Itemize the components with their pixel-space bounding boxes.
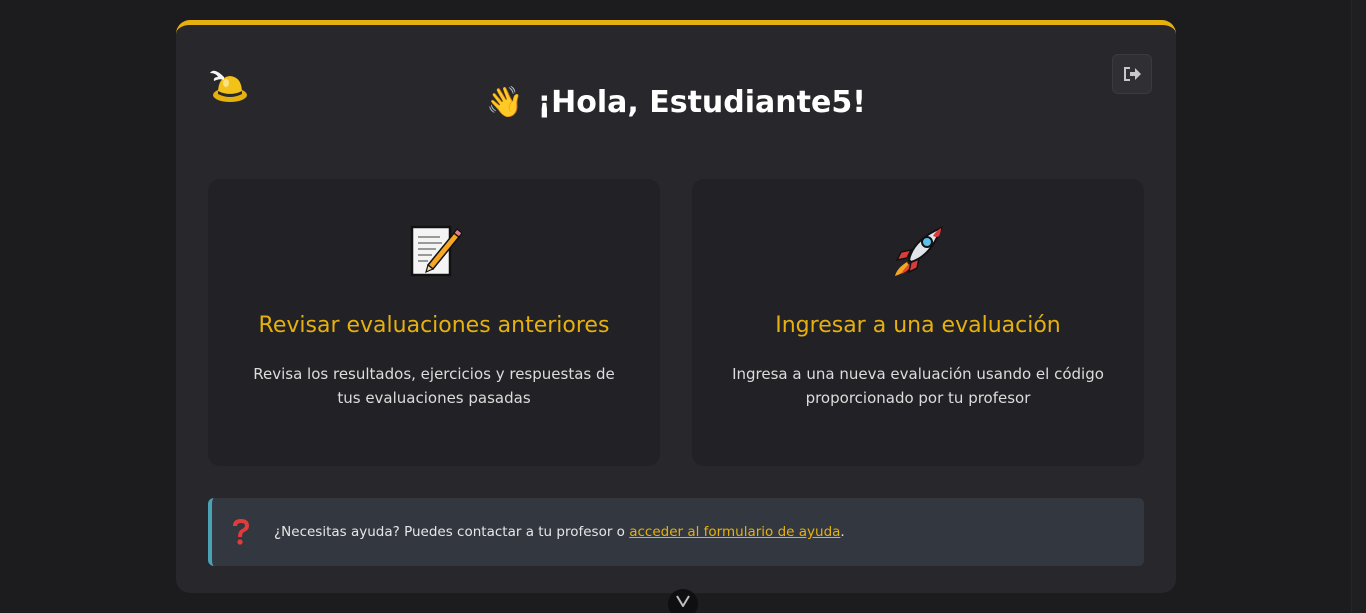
help-form-link[interactable]: acceder al formulario de ayuda [629, 524, 840, 540]
page: 👋 ¡Hola, Estudiante5! Revisar evaluacion… [0, 0, 1366, 613]
help-suffix: . [840, 524, 845, 540]
join-evaluation-card[interactable]: Ingresar a una evaluación Ingresa a una … [692, 179, 1144, 466]
scrollbar[interactable] [1351, 0, 1366, 613]
card-description: Revisa los resultados, ejercicios y resp… [253, 365, 615, 407]
help-banner: ¿Necesitas ayuda? Puedes contactar a tu … [208, 498, 1144, 566]
card-title: Revisar evaluaciones anteriores [258, 313, 610, 338]
dashboard-card: 👋 ¡Hola, Estudiante5! Revisar evaluacion… [176, 20, 1176, 593]
card-title: Ingresar a una evaluación [775, 313, 1061, 338]
review-evaluations-card[interactable]: Revisar evaluaciones anteriores Revisa l… [208, 179, 660, 466]
card-description: Ingresa a una nueva evaluación usando el… [732, 365, 1104, 407]
memo-icon [208, 221, 660, 281]
page-title: 👋 ¡Hola, Estudiante5! [176, 85, 1176, 120]
rocket-icon [692, 221, 1144, 281]
help-text: ¿Necesitas ayuda? Puedes contactar a tu … [274, 524, 630, 540]
scroll-down-button[interactable] [668, 589, 698, 613]
chevron-down-icon [676, 595, 690, 607]
question-mark-icon [228, 517, 254, 547]
sign-out-icon [1124, 67, 1141, 81]
greeting-text: ¡Hola, Estudiante5! [537, 85, 866, 120]
waving-hand-icon: 👋 [486, 85, 524, 120]
